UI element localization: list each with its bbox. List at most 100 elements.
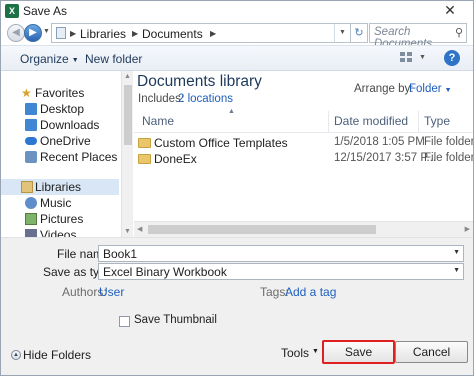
- save-as-dialog: X Save As ✕ ◀ ▶ ▼ ▶ Libraries ▶ Document…: [0, 0, 474, 376]
- search-input[interactable]: Search Documents ⚲: [369, 23, 467, 50]
- navigation-pane: ★ Favorites Desktop Downloads OneDrive R…: [1, 71, 121, 237]
- file-name: DoneEx: [154, 152, 197, 166]
- folder-icon: [138, 154, 151, 164]
- forward-button[interactable]: ▶: [24, 24, 42, 42]
- new-folder-button[interactable]: New folder: [85, 52, 142, 66]
- nav-label: Videos: [40, 228, 77, 237]
- chevron-down-icon: ▼: [71, 57, 79, 64]
- title-bar: X Save As ✕: [1, 1, 473, 21]
- save-thumbnail-label[interactable]: Save Thumbnail: [134, 314, 217, 326]
- organize-button[interactable]: Organize ▼: [20, 52, 79, 66]
- arrange-by-label: Arrange by:: [354, 83, 414, 95]
- chevron-down-icon: ▼: [453, 267, 460, 274]
- column-divider[interactable]: [418, 111, 419, 132]
- nav-item-onedrive[interactable]: OneDrive: [1, 133, 119, 149]
- folder-icon: [138, 138, 151, 148]
- nav-item-downloads[interactable]: Downloads: [1, 117, 119, 133]
- arrange-by-dropdown[interactable]: Folder ▼: [409, 83, 452, 95]
- sort-indicator-icon: ▲: [228, 108, 235, 115]
- nav-item-desktop[interactable]: Desktop: [1, 101, 119, 117]
- breadcrumb-separator[interactable]: ▶: [70, 29, 76, 38]
- save-button[interactable]: Save: [322, 340, 395, 364]
- downloads-icon: [25, 119, 37, 131]
- recent-pages-dropdown[interactable]: ▼: [43, 28, 50, 35]
- nav-item-recent-places[interactable]: Recent Places: [1, 149, 119, 165]
- scroll-left-icon[interactable]: ◀: [137, 225, 142, 233]
- chevron-down-icon[interactable]: ▼: [312, 348, 319, 355]
- library-icon: [56, 27, 66, 39]
- dialog-footer: ▲ Hide Folders Tools ▼ Save Cancel: [1, 340, 473, 375]
- nav-label: Desktop: [40, 102, 85, 116]
- file-date: 12/15/2017 3:57 P...: [334, 152, 437, 164]
- file-name: Custom Office Templates: [154, 136, 288, 150]
- chevron-down-icon: ▼: [444, 87, 452, 94]
- column-divider[interactable]: [328, 111, 329, 132]
- recent-places-icon: [25, 151, 37, 163]
- column-name[interactable]: Name: [142, 114, 174, 128]
- library-title: Documents library: [137, 73, 262, 90]
- authors-value[interactable]: User: [99, 285, 124, 299]
- back-button[interactable]: ◀: [7, 24, 25, 42]
- file-type: File folder: [424, 152, 473, 164]
- column-date-modified[interactable]: Date modified: [334, 114, 408, 128]
- cancel-button[interactable]: Cancel: [395, 341, 468, 363]
- star-icon: ★: [21, 86, 32, 100]
- pictures-icon: [25, 213, 37, 225]
- nav-item-music[interactable]: Music: [1, 195, 119, 211]
- address-row: ◀ ▶ ▼ ▶ Libraries ▶ Documents ▶ ▼ ↻ Sear…: [1, 21, 473, 50]
- tags-value[interactable]: Add a tag: [285, 285, 336, 299]
- address-bar[interactable]: ▶ Libraries ▶ Documents ▶ ▼: [51, 23, 351, 43]
- view-options-icon[interactable]: [400, 52, 414, 64]
- includes-locations-link[interactable]: 2 locations: [178, 93, 233, 105]
- close-button[interactable]: ✕: [431, 1, 469, 19]
- breadcrumb-separator[interactable]: ▶: [210, 29, 216, 38]
- scroll-right-icon[interactable]: ▶: [465, 225, 470, 233]
- save-thumbnail-checkbox[interactable]: [119, 316, 130, 327]
- chevron-up-icon[interactable]: ▲: [11, 350, 21, 360]
- column-header: ▲ Name Date modified Type: [134, 108, 473, 133]
- hide-folders-button[interactable]: Hide Folders: [23, 348, 91, 362]
- music-icon: [25, 197, 37, 209]
- file-row[interactable]: Custom Office Templates 1/5/2018 1:05 PM…: [134, 135, 473, 151]
- refresh-button[interactable]: ↻: [351, 23, 368, 43]
- scroll-thumb[interactable]: [124, 85, 132, 145]
- file-row[interactable]: DoneEx 12/15/2017 3:57 P... File folder: [134, 151, 473, 167]
- nav-label: Recent Places: [40, 150, 118, 164]
- nav-item-videos[interactable]: Videos: [1, 227, 119, 237]
- nav-label: Libraries: [35, 180, 82, 194]
- nav-item-pictures[interactable]: Pictures: [1, 211, 119, 227]
- nav-label: Pictures: [40, 212, 84, 226]
- tools-button[interactable]: Tools: [281, 346, 309, 360]
- horizontal-scrollbar[interactable]: ◀ ▶: [134, 221, 473, 237]
- file-type: File folder: [424, 136, 473, 148]
- nav-item-favorites[interactable]: ★ Favorites: [1, 85, 119, 101]
- breadcrumb-documents[interactable]: Documents: [142, 27, 203, 41]
- help-icon[interactable]: ?: [444, 50, 460, 66]
- libraries-icon: [21, 181, 33, 193]
- excel-icon: X: [5, 4, 19, 18]
- desktop-icon: [25, 103, 37, 115]
- nav-scrollbar[interactable]: ▲ ▼: [121, 71, 133, 237]
- nav-item-libraries[interactable]: Libraries: [1, 179, 119, 195]
- breadcrumb-libraries[interactable]: Libraries: [80, 27, 126, 41]
- save-as-type-value: Excel Binary Workbook: [103, 265, 227, 279]
- nav-label: OneDrive: [40, 134, 91, 148]
- save-form: File name: Book1 ▼ Save as type: Excel B…: [1, 237, 473, 341]
- breadcrumb-separator[interactable]: ▶: [132, 29, 138, 38]
- videos-icon: [25, 229, 37, 237]
- nav-label: Downloads: [40, 118, 100, 132]
- search-icon: ⚲: [454, 27, 463, 39]
- address-dropdown[interactable]: ▼: [334, 24, 350, 42]
- nav-label: Favorites: [35, 86, 85, 100]
- scroll-up-icon[interactable]: ▲: [124, 73, 131, 80]
- arrange-by-value: Folder: [409, 83, 442, 95]
- file-name-field[interactable]: Book1 ▼: [98, 245, 464, 262]
- organize-label: Organize: [20, 52, 69, 66]
- view-dropdown[interactable]: ▼: [419, 54, 426, 61]
- save-as-type-select[interactable]: Excel Binary Workbook ▼: [98, 263, 464, 280]
- column-type[interactable]: Type: [424, 114, 450, 128]
- toolbar: Organize ▼ New folder ▼ ?: [1, 45, 473, 71]
- chevron-down-icon[interactable]: ▼: [453, 249, 460, 256]
- scroll-thumb[interactable]: [148, 225, 376, 234]
- scroll-down-icon[interactable]: ▼: [124, 228, 131, 235]
